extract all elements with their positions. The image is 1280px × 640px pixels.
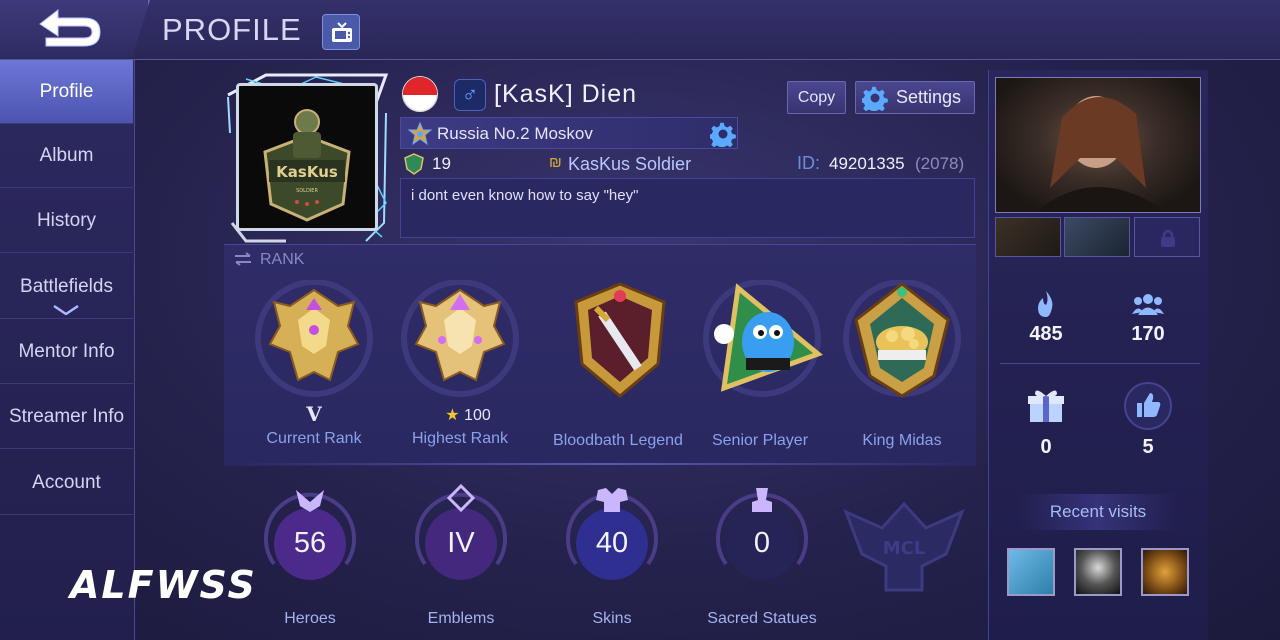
location-bar[interactable]: Russia No.2 Moskov <box>400 117 738 149</box>
highest-rank-points: ★ 100 <box>388 405 548 425</box>
sacred-statues-count: 0 <box>753 527 771 559</box>
recent-visitor-avatar-1[interactable] <box>1007 548 1055 596</box>
senior-player-label: Senior Player <box>711 432 809 449</box>
profile-photo-figure <box>1036 96 1166 212</box>
sidebar-item-battlefields[interactable]: Battlefields <box>0 255 133 319</box>
indonesia-flag-icon <box>402 76 438 112</box>
recent-visits-label: Recent visits <box>1049 502 1147 521</box>
mythic-glory-badge[interactable] <box>392 280 528 400</box>
chevron-down-icon <box>53 305 79 315</box>
recent-visitor-avatar-3[interactable] <box>1141 548 1189 596</box>
id-label: ID: <box>797 153 821 173</box>
replay-tv-button[interactable] <box>322 14 360 50</box>
server-id: (2078) <box>915 154 965 173</box>
followers-group-icon <box>1132 294 1164 315</box>
emblems-icon <box>446 484 476 513</box>
page-title: PROFILE <box>162 12 302 47</box>
profile-photo[interactable] <box>995 77 1201 213</box>
signature-text: i dont even know how to say "hey" <box>411 187 639 204</box>
like-thumb-icon[interactable] <box>1123 381 1173 431</box>
king-midas-label: King Midas <box>862 432 942 449</box>
album-thumbnail-1[interactable] <box>995 217 1061 257</box>
rank-section-title: RANK <box>260 251 305 268</box>
svg-text:MCL: MCL <box>883 538 926 559</box>
player-id: 49201335 <box>829 154 905 173</box>
tv-icon <box>332 22 352 42</box>
gifts-count: 0 <box>1040 436 1052 458</box>
followers-count: 170 <box>1131 323 1165 345</box>
copy-button[interactable]: Copy <box>787 81 846 114</box>
svg-text:SOLDIER: SOLDIER <box>296 188 318 194</box>
back-arrow-icon <box>39 8 101 47</box>
stats-separator <box>1000 363 1200 364</box>
avatar: KasKus SOLDIER <box>236 83 378 231</box>
section-divider <box>234 463 974 465</box>
avatar-frame[interactable]: KasKus SOLDIER <box>226 73 390 243</box>
gear-icon <box>862 86 888 111</box>
player-level: 19 <box>432 154 451 173</box>
sidebar-item-profile[interactable]: Profile <box>0 60 133 124</box>
skins-count: 40 <box>595 527 629 559</box>
sidebar-item-label: Battlefields <box>20 275 113 297</box>
skins-icon <box>596 488 628 512</box>
blue-mascot-badge[interactable] <box>694 280 830 400</box>
current-rank-tier: V <box>306 402 322 426</box>
bloodbath-legend-label: Bloodbath Legend <box>553 432 683 449</box>
location-text: Russia No.2 Moskov <box>437 124 593 143</box>
sidebar-item-streamer-info[interactable]: Streamer Info <box>0 385 133 449</box>
back-button[interactable] <box>0 0 150 58</box>
star-icon: ★ <box>445 407 460 424</box>
emblems-label: Emblems <box>427 610 495 627</box>
mythic-rank-badge[interactable] <box>246 280 382 400</box>
watermark-text: ALFWSS <box>70 563 257 607</box>
sacred-statues-label: Sacred Statues <box>707 610 817 627</box>
squad-name[interactable]: KasKus Soldier <box>568 154 691 175</box>
skins-label: Skins <box>592 610 632 627</box>
likes-count: 5 <box>1142 436 1154 458</box>
lock-icon <box>1161 229 1175 247</box>
avatar-logo-text: KasKus <box>276 163 338 181</box>
current-rank-label: Current Rank <box>266 430 362 447</box>
recent-visitor-avatar-2[interactable] <box>1074 548 1122 596</box>
sidebar-item-mentor-info[interactable]: Mentor Info <box>0 320 133 384</box>
level-shield-icon <box>404 153 424 175</box>
settings-label: Settings <box>896 87 962 107</box>
squad-icon: ₪ <box>549 154 562 171</box>
sidebar-item-account[interactable]: Account <box>0 451 133 515</box>
statue-icon <box>752 488 772 512</box>
top-bar: PROFILE <box>0 0 1280 60</box>
mcl-crest-icon[interactable]: MCL <box>842 494 966 604</box>
sidebar-item-history[interactable]: History <box>0 189 133 253</box>
location-emblem-icon <box>407 122 433 146</box>
swap-arrows-icon <box>235 252 251 266</box>
heroes-label: Heroes <box>284 610 336 627</box>
highest-rank-stars: 100 <box>464 407 491 424</box>
sidebar-item-album[interactable]: Album <box>0 124 133 188</box>
sidebar: Profile Album History Battlefields Mento… <box>0 60 135 640</box>
album-thumbnail-2[interactable] <box>1064 217 1130 257</box>
signature-box[interactable]: i dont even know how to say "hey" <box>400 178 975 238</box>
location-settings-gear-icon[interactable] <box>710 121 736 147</box>
popularity-count: 485 <box>1029 323 1063 345</box>
settings-button[interactable]: Settings <box>855 81 975 114</box>
male-gender-icon: ♂ <box>454 79 486 111</box>
treasure-shield-badge[interactable] <box>834 280 970 400</box>
player-name: [KasK] Dien <box>494 80 638 108</box>
heroes-count: 56 <box>293 527 327 559</box>
popularity-flame-icon <box>1038 291 1053 317</box>
highest-rank-label: Highest Rank <box>411 430 509 447</box>
kaskus-soldier-logo: KasKus SOLDIER <box>263 109 351 222</box>
emblems-level: IV <box>447 527 475 559</box>
gift-icon[interactable] <box>1027 386 1065 424</box>
sword-shield-badge[interactable] <box>552 280 688 400</box>
album-thumbnail-locked[interactable] <box>1134 217 1200 257</box>
